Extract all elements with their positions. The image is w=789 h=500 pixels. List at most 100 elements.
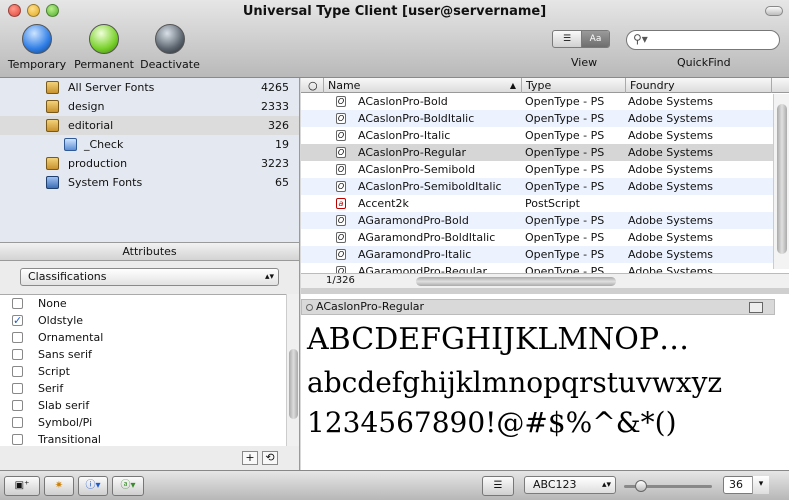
scrollbar-thumb[interactable] xyxy=(289,349,298,419)
classification-item-serif[interactable]: Serif xyxy=(0,380,286,397)
font-foundry-cell: Adobe Systems xyxy=(628,180,714,193)
checkbox-checked[interactable]: ✓ xyxy=(12,315,23,326)
checkbox[interactable] xyxy=(12,349,23,360)
table-row[interactable]: O ACaslonPro-Bold OpenType - PS Adobe Syste… xyxy=(301,93,773,110)
preview-lowercase: abcdefghijklmnopqrstuvwxyz xyxy=(307,366,723,399)
bottom-toolbar: ▣⁺ ✷ ⓘ▾ ⓐ▾ ☰ ABC123 ▴▾ 36 ▾ xyxy=(0,470,789,500)
classification-label: Serif xyxy=(38,382,64,395)
classification-item-symbol-pi[interactable]: Symbol/Pi xyxy=(0,414,286,431)
preview-numerals: 1234567890!@#$%^&*() xyxy=(307,406,677,439)
table-header: ○ Name ▲ Type Foundry xyxy=(301,78,789,93)
font-action-icon: ⓐ▾ xyxy=(120,480,136,491)
sample-text-value: ABC123 xyxy=(533,478,577,491)
preview-view-icon[interactable]: Aa xyxy=(581,31,609,47)
checkbox[interactable] xyxy=(12,366,23,377)
font-name-cell: AGaramondPro-BoldItalic xyxy=(358,231,496,244)
quickfind-search-field[interactable]: ⚲▾ xyxy=(626,30,780,50)
font-type-cell: OpenType - PS xyxy=(525,248,605,261)
select-arrows-icon: ▴▾ xyxy=(601,480,611,490)
checkbox[interactable] xyxy=(12,383,23,394)
select-arrows-icon: ▴▾ xyxy=(264,272,274,282)
column-header-name[interactable]: Name ▲ xyxy=(323,78,521,93)
font-action-button[interactable]: ⓐ▾ xyxy=(112,476,144,496)
sidebar-item-editorial[interactable]: editorial 326 xyxy=(0,116,299,135)
table-row[interactable]: O ACaslonPro-SemiboldItalic OpenType - PS A… xyxy=(301,178,773,195)
classification-label: Symbol/Pi xyxy=(38,416,93,429)
checkbox[interactable] xyxy=(12,434,23,445)
classification-scrollbar[interactable] xyxy=(286,294,299,446)
scrollbar-thumb[interactable] xyxy=(416,277,616,286)
column-header-type[interactable]: Type xyxy=(521,78,625,93)
table-row[interactable]: O ACaslonPro-Italic OpenType - PS Adobe Sys… xyxy=(301,127,773,144)
opentype-icon: O xyxy=(336,249,346,260)
table-row[interactable]: O AGaramondPro-Italic OpenType - PS Adobe S… xyxy=(301,246,773,263)
sample-text-select[interactable]: ABC123 ▴▾ xyxy=(524,476,616,494)
column-header-foundry[interactable]: Foundry xyxy=(625,78,771,93)
table-row[interactable]: a Accent2k PostScript xyxy=(301,195,773,212)
classification-item-ornamental[interactable]: Ornamental xyxy=(0,329,286,346)
new-item-button[interactable]: ✷ xyxy=(44,476,74,496)
sidebar-item-production[interactable]: production 3223 xyxy=(0,154,299,173)
toolbar-toggle-button[interactable] xyxy=(765,6,783,16)
point-size-value[interactable]: 36 xyxy=(729,478,743,491)
classification-item-slab-serif[interactable]: Slab serif xyxy=(0,397,286,414)
info-button[interactable]: ⓘ▾ xyxy=(78,476,108,496)
status-column-header[interactable]: ○ xyxy=(301,78,323,93)
classification-item-none[interactable]: None xyxy=(0,295,286,312)
font-list-horizontal-scrollbar[interactable] xyxy=(356,274,773,288)
sidebar-item-count: 3223 xyxy=(261,157,289,170)
add-attribute-button[interactable]: + xyxy=(242,451,258,465)
slider-knob[interactable] xyxy=(635,480,647,492)
sidebar-item-label: All Server Fonts xyxy=(68,81,155,94)
sidebar-item-count: 65 xyxy=(275,176,289,189)
attribute-category-select[interactable]: Classifications ▴▾ xyxy=(20,268,279,286)
font-sets-sidebar: All Server Fonts 4265 design 2333 editor… xyxy=(0,78,300,242)
column-header-more[interactable] xyxy=(771,78,789,93)
window-toolbar: Universal Type Client [user@servername] … xyxy=(0,0,789,78)
table-row[interactable]: O AGaramondPro-Bold OpenType - PS Adobe Sys… xyxy=(301,212,773,229)
sidebar-item-all-server-fonts[interactable]: All Server Fonts 4265 xyxy=(0,78,299,97)
font-type-cell: OpenType - PS xyxy=(525,112,605,125)
reset-attributes-button[interactable]: ⟲ xyxy=(262,451,278,465)
table-row[interactable]: O ACaslonPro-BoldItalic OpenType - PS Adobe… xyxy=(301,110,773,127)
deactivate-button[interactable]: Deactivate xyxy=(135,24,205,71)
sidebar-item-design[interactable]: design 2333 xyxy=(0,97,299,116)
server-database-icon xyxy=(46,81,59,94)
permanent-button[interactable]: Permanent xyxy=(69,24,139,71)
classification-item-transitional[interactable]: Transitional xyxy=(0,431,286,448)
font-foundry-cell: Adobe Systems xyxy=(628,248,714,261)
font-list-vertical-scrollbar[interactable] xyxy=(773,94,789,269)
checkbox[interactable] xyxy=(12,332,23,343)
new-set-button[interactable]: ▣⁺ xyxy=(4,476,40,496)
opentype-icon: O xyxy=(336,147,346,158)
server-database-icon xyxy=(46,119,59,132)
classification-item-oldstyle[interactable]: ✓ Oldstyle xyxy=(0,312,286,329)
preview-size-slider[interactable] xyxy=(624,480,712,492)
font-name-cell: ACaslonPro-Bold xyxy=(358,95,448,108)
view-mode-segmented-control[interactable]: ☰ Aa xyxy=(552,30,610,48)
list-view-icon[interactable]: ☰ xyxy=(553,31,581,47)
opentype-icon: O xyxy=(336,130,346,141)
classification-label: Slab serif xyxy=(38,399,90,412)
classification-item-sans-serif[interactable]: Sans serif xyxy=(0,346,286,363)
server-database-icon xyxy=(46,157,59,170)
window-title: Universal Type Client [user@servername] xyxy=(242,4,547,19)
classification-item-script[interactable]: Script xyxy=(0,363,286,380)
table-row[interactable]: O AGaramondPro-BoldItalic OpenType - PS Ado… xyxy=(301,229,773,246)
checkbox[interactable] xyxy=(12,298,23,309)
table-row[interactable]: O ACaslonPro-Semibold OpenType - PS Adobe S… xyxy=(301,161,773,178)
checkbox[interactable] xyxy=(12,417,23,428)
sidebar-item-system-fonts[interactable]: System Fonts 65 xyxy=(0,173,299,192)
search-icon[interactable]: ⚲▾ xyxy=(633,32,648,46)
scrollbar-thumb[interactable] xyxy=(777,104,787,254)
preview-options-icon[interactable] xyxy=(749,302,763,313)
sidebar-item-check[interactable]: _Check 19 xyxy=(0,135,299,154)
temporary-button[interactable]: Temporary xyxy=(2,24,72,71)
table-row[interactable]: O ACaslonPro-Regular OpenType - PS Adobe Sy… xyxy=(301,144,773,161)
point-size-dropdown[interactable]: ▾ xyxy=(752,476,769,494)
preview-text-mode-button[interactable]: ☰ xyxy=(482,476,514,496)
checkbox[interactable] xyxy=(12,400,23,411)
font-name-cell: Accent2k xyxy=(358,197,409,210)
font-name-cell: ACaslonPro-Semibold xyxy=(358,163,476,176)
opentype-icon: O xyxy=(336,215,346,226)
